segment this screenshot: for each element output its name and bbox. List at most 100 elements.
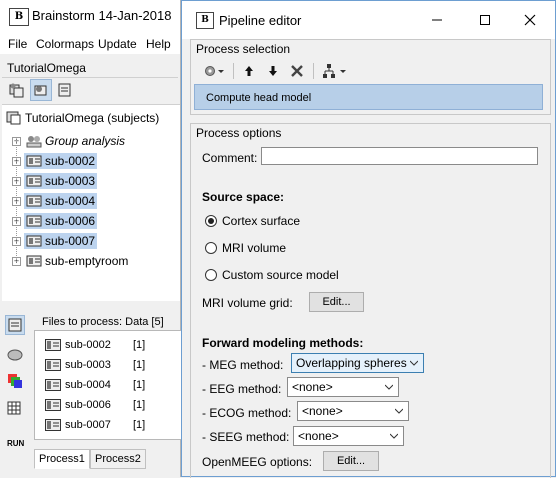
list-item[interactable]: sub-0002 [1] [45,336,145,354]
ecog-method-label: - ECOG method: [202,406,292,420]
radio-cortex-surface[interactable]: Cortex surface [205,214,300,228]
selected-process-list[interactable]: Compute head model [194,84,543,110]
minimize-button[interactable] [422,9,452,31]
radio-custom-source-model[interactable]: Custom source model [205,268,339,282]
tab-process1[interactable]: Process1 [34,449,90,469]
tree-item-group: sub-emptyroom [24,253,130,270]
eeg-method-value: <none> [292,380,333,394]
brainstorm-logo-icon: B [196,12,214,29]
tree-item-label: Group analysis [45,133,126,148]
tree-item-label: sub-0003 [45,173,96,188]
maximize-icon [480,15,490,25]
list-item[interactable]: sub-0006 [1] [45,396,145,414]
move-down-button[interactable] [264,61,282,81]
file-name: sub-0003 [65,359,111,371]
menubar: File Colormaps Update Help [0,32,180,54]
tree-item[interactable]: + sub-0004 [12,192,98,210]
menu-file[interactable]: File [8,37,27,51]
tree-item-label: sub-0007 [45,233,96,248]
data-view-icon [58,83,71,97]
openmeeg-options-label: OpenMEEG options: [202,455,313,469]
source-space-label: Source space: [202,190,285,204]
menu-help[interactable]: Help [146,37,171,51]
anatomy-view-button[interactable] [30,79,52,101]
tree-item[interactable]: + sub-0007 [12,232,98,250]
tree-item-label: sub-0002 [45,153,96,168]
mri-grid-label: MRI volume grid: [202,296,293,310]
tree-item[interactable]: + Group analysis [12,132,127,150]
list-item[interactable]: sub-0004 [1] [45,376,145,394]
protocol-name: TutorialOmega [7,61,86,75]
ecog-method-select[interactable]: <none> [297,401,409,421]
minimize-icon [432,19,442,21]
functional-view-button[interactable] [6,79,28,101]
openmeeg-edit-button[interactable]: Edit... [323,451,379,471]
close-icon [524,14,536,26]
process-matrix-icon[interactable] [6,400,24,418]
arrow-up-icon [245,66,253,76]
comment-label: Comment: [202,151,258,165]
subject-icon [26,215,42,227]
process-data-icon[interactable] [5,315,25,335]
radio-unchecked-icon [205,269,217,281]
tab-process2[interactable]: Process2 [90,449,146,469]
maximize-button[interactable] [470,9,500,31]
tree-root[interactable]: TutorialOmega (subjects) [6,109,159,127]
mri-grid-edit-button[interactable]: Edit... [309,292,364,312]
tree-item-group: sub-0006 [24,212,98,230]
tree-item[interactable]: + sub-emptyroom [12,252,130,270]
main-titlebar[interactable]: B Brainstorm 14-Jan-2018 [0,0,180,32]
delete-x-icon [291,65,303,77]
brainstorm-main-window: B Brainstorm 14-Jan-2018 File Colormaps … [0,0,182,477]
tree-item[interactable]: + sub-0002 [12,152,98,170]
protocol-icon [6,111,21,125]
process-item[interactable]: Compute head model [206,92,311,104]
delete-process-button[interactable] [288,61,306,81]
protocol-selector[interactable]: TutorialOmega [2,59,178,78]
subject-icon [26,175,42,187]
eeg-method-select[interactable]: <none> [287,377,399,397]
radio-custom-source-label: Custom source model [222,268,339,282]
run-button[interactable]: RUN [7,439,24,448]
forward-methods-label: Forward modeling methods: [202,336,364,350]
tree-item[interactable]: + sub-0006 [12,212,98,230]
seeg-method-label: - SEEG method: [202,430,290,444]
functional-view-icon [9,83,24,98]
list-item[interactable]: sub-0007 [1] [45,416,145,434]
close-button[interactable] [515,9,545,31]
chevron-down-icon [410,360,418,366]
files-to-process-header: Files to process: Data [5] [42,316,164,328]
pipeline-editor-window: B Pipeline editor Process selection Comp… [181,0,556,478]
file-name: sub-0002 [65,339,111,351]
tree-item[interactable]: + sub-0003 [12,172,98,190]
pipeline-menu-button[interactable] [320,61,350,81]
tree-root-label: TutorialOmega (subjects) [25,111,160,125]
subject-icon [26,255,42,267]
files-to-process-list: sub-0002 [1] sub-0003 [1] sub-0004 [1] sub-000… [34,330,182,440]
add-process-button[interactable] [202,61,228,81]
chevron-down-icon [390,433,398,439]
file-name: sub-0004 [65,379,111,391]
menu-update[interactable]: Update [98,37,137,51]
gear-icon [205,66,224,76]
process-sources-icon[interactable] [6,345,24,363]
move-up-button[interactable] [240,61,258,81]
radio-mri-volume[interactable]: MRI volume [205,241,286,255]
file-count: [1] [133,359,146,371]
seeg-method-select[interactable]: <none> [293,426,404,446]
tree-item-group: sub-0007 [24,232,98,250]
file-count: [1] [133,339,146,351]
menu-colormaps[interactable]: Colormaps [36,37,94,51]
brainstorm-logo-icon: B [9,8,29,26]
group-analysis-icon [26,136,42,148]
tree-item-group: sub-0004 [24,192,98,210]
tree-item-label: sub-0004 [45,193,96,208]
file-count: [1] [133,399,146,411]
comment-input[interactable] [261,147,538,165]
radio-checked-icon [205,215,217,227]
process-timefreq-icon[interactable] [6,372,24,390]
data-view-button[interactable] [54,79,76,101]
meg-method-select[interactable]: Overlapping spheres [291,353,424,373]
list-item[interactable]: sub-0003 [1] [45,356,145,374]
pipeline-editor-titlebar[interactable]: B Pipeline editor [182,1,555,39]
